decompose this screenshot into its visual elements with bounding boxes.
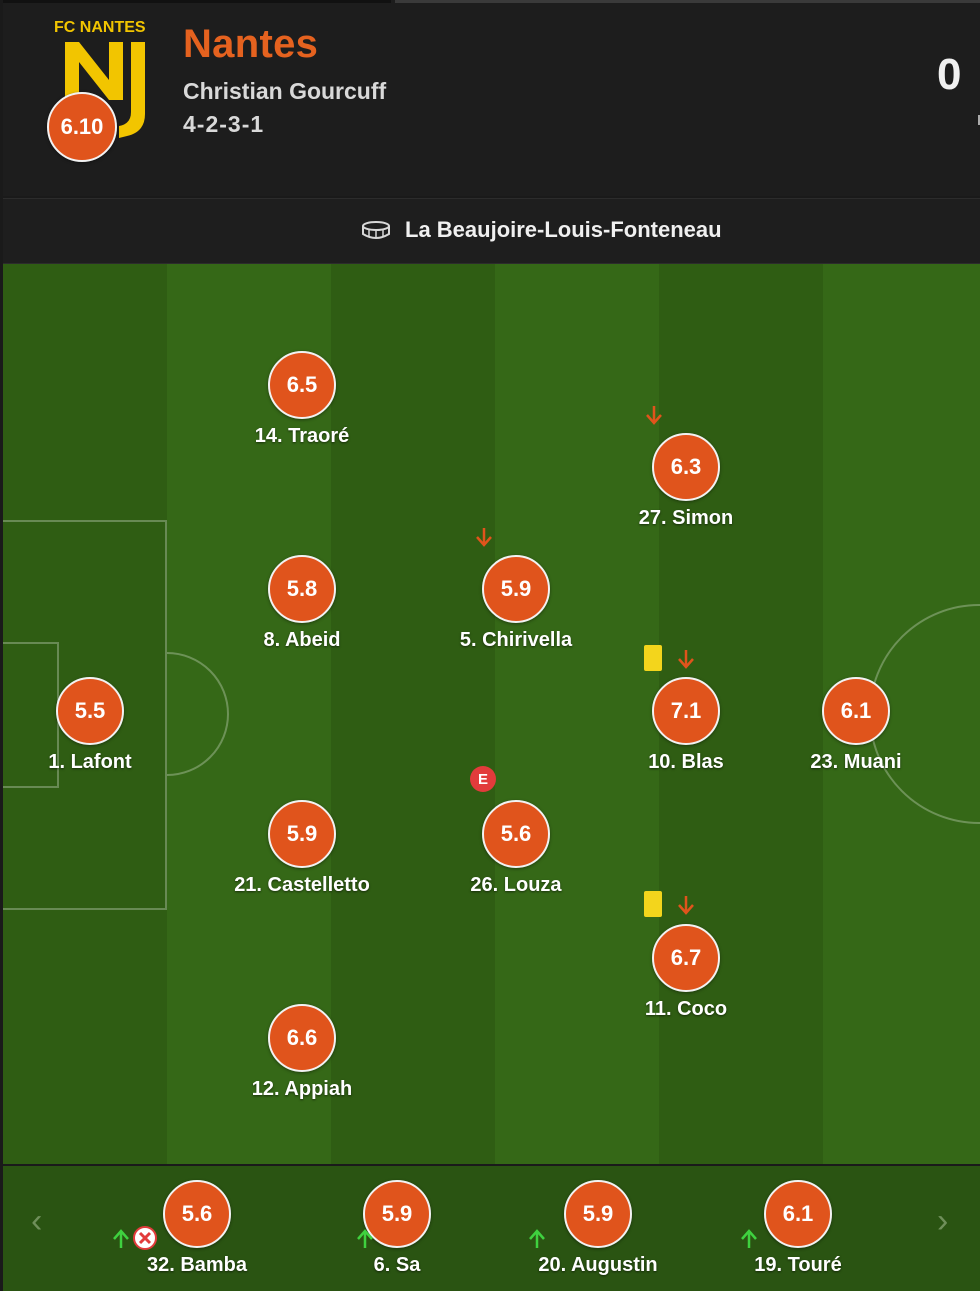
coach-name: Christian Gourcuff bbox=[183, 78, 387, 104]
player-blas[interactable]: 7.1 10. Blas bbox=[596, 677, 776, 777]
substitution-on-icon bbox=[529, 1229, 545, 1248]
player-rating: 5.8 bbox=[268, 555, 336, 623]
player-rating: 5.9 bbox=[268, 800, 336, 868]
substitution-on-icon bbox=[113, 1229, 129, 1248]
player-name: 10. Blas bbox=[648, 751, 724, 773]
logo-text: FC NANTES bbox=[54, 19, 146, 36]
player-name: 14. Traoré bbox=[254, 425, 350, 447]
player-rating: 5.6 bbox=[163, 1180, 231, 1248]
next-arrow-icon[interactable]: › bbox=[937, 1202, 948, 1241]
player-name: 21. Castelletto bbox=[234, 874, 370, 896]
player-simon[interactable]: 6.3 27. Simon bbox=[596, 433, 776, 533]
player-name: 32. Bamba bbox=[146, 1254, 248, 1276]
yellow-card-icon bbox=[644, 645, 662, 671]
player-coco[interactable]: 6.7 11. Coco bbox=[596, 924, 776, 1024]
formation: 4-2-3-1 bbox=[183, 111, 265, 137]
team-name[interactable]: Nantes bbox=[183, 22, 318, 67]
substitution-off-icon bbox=[678, 650, 694, 669]
substitution-off-icon bbox=[678, 896, 694, 915]
lineup-widget: FC NANTES 6.10 Nantes Christian Gourcuff… bbox=[0, 0, 980, 1291]
player-rating: 6.6 bbox=[268, 1004, 336, 1072]
sub-player-toure[interactable]: 6.1 19. Touré bbox=[708, 1166, 888, 1276]
player-louza[interactable]: 5.6 26. Louza bbox=[426, 800, 606, 900]
player-name: 8. Abeid bbox=[263, 629, 341, 651]
player-name: 1. Lafont bbox=[48, 751, 132, 773]
player-traore[interactable]: 6.5 14. Traoré bbox=[212, 351, 392, 451]
yellow-card-icon bbox=[644, 891, 662, 917]
pitch: 5.5 1. Lafont 6.5 14. Traoré 5.8 8. Abei… bbox=[3, 264, 980, 1164]
header-tab-active-line bbox=[3, 0, 391, 3]
event-badge: E bbox=[470, 766, 496, 792]
player-rating: 5.6 bbox=[482, 800, 550, 868]
team-average-rating: 6.10 bbox=[47, 92, 117, 162]
player-rating: 6.3 bbox=[652, 433, 720, 501]
substitution-on-icon bbox=[741, 1229, 757, 1248]
player-chirivella[interactable]: 5.9 5. Chirivella bbox=[426, 555, 606, 655]
previous-arrow-icon[interactable]: ‹ bbox=[31, 1202, 42, 1241]
player-abeid[interactable]: 5.8 8. Abeid bbox=[212, 555, 392, 655]
player-name: 12. Appiah bbox=[251, 1078, 353, 1100]
injury-icon bbox=[133, 1226, 157, 1250]
player-rating: 5.5 bbox=[56, 677, 124, 745]
team-header: FC NANTES 6.10 Nantes Christian Gourcuff… bbox=[3, 0, 980, 196]
substitution-off-icon bbox=[646, 406, 662, 425]
player-muani[interactable]: 6.1 23. Muani bbox=[766, 677, 946, 777]
player-rating: 6.1 bbox=[764, 1180, 832, 1248]
player-rating: 6.1 bbox=[822, 677, 890, 745]
player-rating: 6.7 bbox=[652, 924, 720, 992]
player-name: 6. Sa bbox=[373, 1254, 421, 1276]
player-name: 19. Touré bbox=[754, 1254, 842, 1276]
score: 0 bbox=[937, 50, 962, 99]
player-name: 5. Chirivella bbox=[459, 629, 573, 651]
sub-player-bamba[interactable]: 5.6 32. Bamba bbox=[107, 1166, 287, 1276]
sub-player-sa[interactable]: 5.9 6. Sa bbox=[307, 1166, 487, 1276]
player-rating: 6.5 bbox=[268, 351, 336, 419]
player-name: 23. Muani bbox=[810, 751, 902, 773]
player-rating: 7.1 bbox=[652, 677, 720, 745]
player-rating: 5.9 bbox=[482, 555, 550, 623]
player-name: 26. Louza bbox=[470, 874, 562, 896]
substitution-on-icon bbox=[357, 1229, 373, 1248]
substitution-off-icon bbox=[476, 528, 492, 547]
player-appiah[interactable]: 6.6 12. Appiah bbox=[212, 1004, 392, 1104]
venue-name: La Beaujoire-Louis-Fonteneau bbox=[405, 217, 722, 242]
sub-player-augustin[interactable]: 5.9 20. Augustin bbox=[508, 1166, 688, 1276]
player-lafont[interactable]: 5.5 1. Lafont bbox=[3, 677, 180, 777]
substitutes-bar: ‹ › 5.6 32. Bamba 5.9 6. Sa 5.9 20. Augu… bbox=[3, 1166, 980, 1291]
player-name: 27. Simon bbox=[638, 507, 734, 529]
venue-bar: La Beaujoire-Louis-Fonteneau bbox=[3, 198, 980, 264]
player-name: 20. Augustin bbox=[538, 1254, 658, 1276]
player-name: 11. Coco bbox=[644, 998, 728, 1020]
player-rating: 5.9 bbox=[564, 1180, 632, 1248]
header-tab-line bbox=[395, 0, 980, 3]
player-castelletto[interactable]: 5.9 21. Castelletto bbox=[212, 800, 392, 900]
stadium-icon bbox=[362, 221, 390, 239]
